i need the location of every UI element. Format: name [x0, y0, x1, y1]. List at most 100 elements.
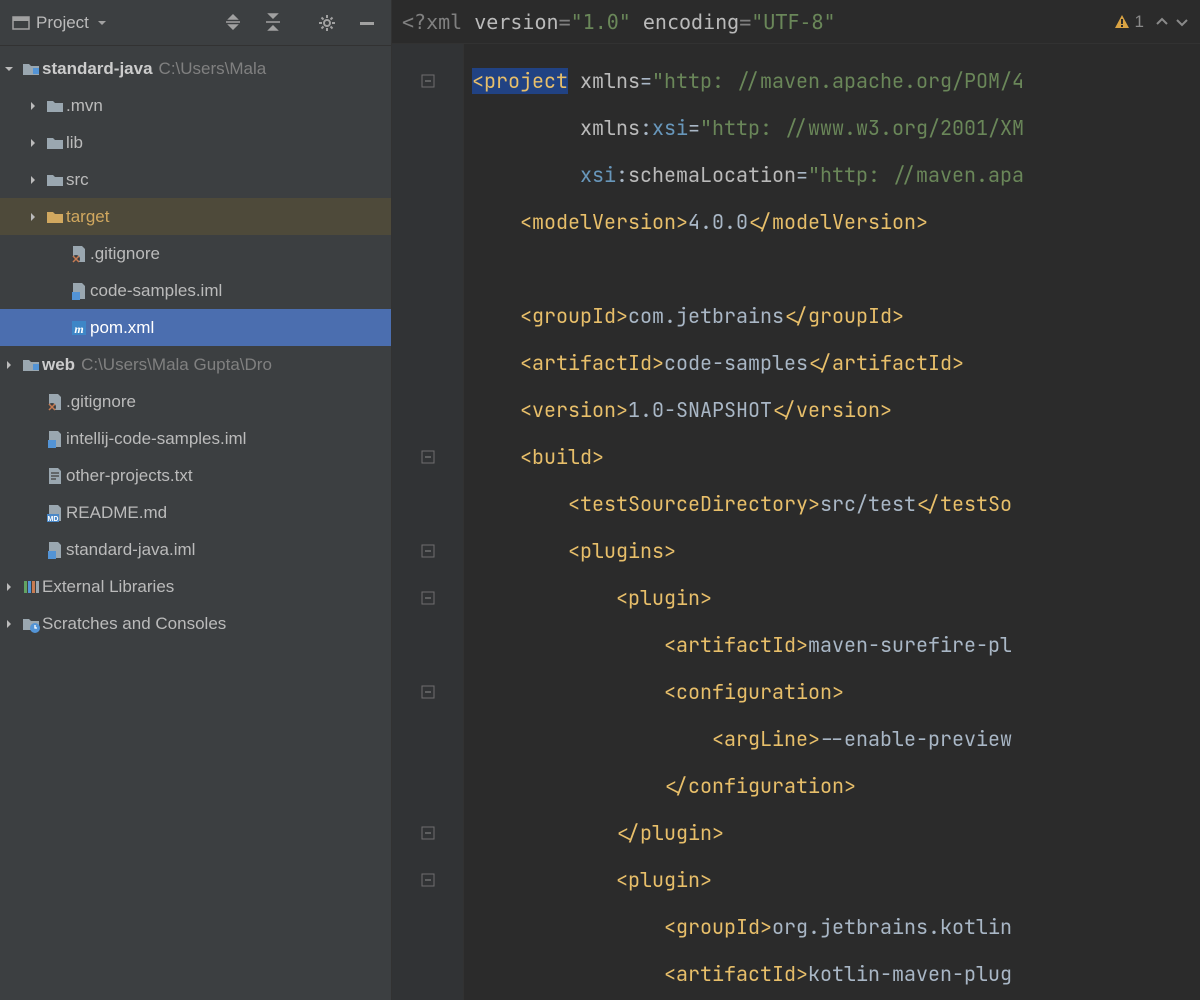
project-view-selector[interactable]: Project [6, 13, 115, 33]
tree-item-label: .mvn [66, 96, 103, 116]
chevron-icon[interactable] [2, 617, 20, 631]
xml-declaration: <?xml version="1.0" encoding="UTF-8" [402, 10, 836, 34]
file-iml-icon [44, 541, 66, 559]
module-icon [20, 356, 42, 374]
file-gi-icon [68, 245, 90, 263]
tree-item-other-projects-txt[interactable]: other-projects.txt [0, 457, 391, 494]
svg-text:MD: MD [48, 516, 59, 522]
file-maven-icon: m [68, 319, 90, 337]
code-line[interactable]: <build> [472, 434, 1200, 481]
tree-item-standard-java[interactable]: standard-java C:\Users\Mala [0, 50, 391, 87]
settings-gear-icon[interactable] [309, 5, 345, 41]
code-line[interactable]: <modelVersion>4.0.0</modelVersion> [472, 199, 1200, 246]
tree-item-target[interactable]: target [0, 198, 391, 235]
tree-item-path: C:\Users\Mala [159, 59, 267, 79]
file-md-icon: MD [44, 504, 66, 522]
file-gi-icon [44, 393, 66, 411]
fold-toggle-icon[interactable] [417, 587, 439, 609]
scratch-icon [20, 615, 42, 633]
code-line[interactable]: <artifactId>code-samples</artifactId> [472, 340, 1200, 387]
editor-header-line: <?xml version="1.0" encoding="UTF-8" 1 [392, 0, 1200, 44]
warning-icon[interactable] [1113, 13, 1131, 31]
nav-up-icon[interactable] [1154, 14, 1170, 30]
tree-item-scratches-and-consoles[interactable]: Scratches and Consoles [0, 605, 391, 642]
chevron-icon[interactable] [26, 136, 44, 150]
code-line[interactable]: <groupId>org.jetbrains.kotlin [472, 904, 1200, 951]
tree-item-label: .gitignore [66, 392, 136, 412]
code-line[interactable]: <artifactId>kotlin-maven-plug [472, 951, 1200, 998]
fold-toggle-icon[interactable] [417, 70, 439, 92]
expand-all-icon[interactable] [255, 5, 291, 41]
module-icon [20, 60, 42, 78]
chevron-icon[interactable] [26, 99, 44, 113]
nav-down-icon[interactable] [1174, 14, 1190, 30]
code-line[interactable]: <version>1.0-SNAPSHOT</version> [472, 387, 1200, 434]
folder-icon [44, 134, 66, 152]
folder-icon [44, 171, 66, 189]
fold-toggle-icon[interactable] [417, 540, 439, 562]
code-editor[interactable]: <project xmlns="http: //maven.apache.org… [464, 44, 1200, 1000]
tree-item-standard-java-iml[interactable]: standard-java.iml [0, 531, 391, 568]
fold-toggle-icon[interactable] [417, 446, 439, 468]
tree-item-pom-xml[interactable]: mpom.xml [0, 309, 391, 346]
hide-panel-icon[interactable] [349, 5, 385, 41]
sidebar-header: Project [0, 0, 391, 46]
file-iml-icon [44, 430, 66, 448]
tree-item-readme-md[interactable]: MD README.md [0, 494, 391, 531]
code-line[interactable]: <testSourceDirectory>src/test</testSo [472, 481, 1200, 528]
code-line[interactable]: <argLine>--enable-preview [472, 716, 1200, 763]
code-line[interactable]: <project xmlns="http: //maven.apache.org… [472, 58, 1200, 105]
code-line[interactable]: <artifactId>maven-surefire-pl [472, 622, 1200, 669]
tree-item-label: target [66, 207, 109, 227]
tree-item-src[interactable]: src [0, 161, 391, 198]
code-line[interactable]: <plugin> [472, 575, 1200, 622]
collapse-all-icon[interactable] [215, 5, 251, 41]
tree-item-external-libraries[interactable]: External Libraries [0, 568, 391, 605]
project-sidebar: Project standard-java C:\Users\Mala .mvn li… [0, 0, 392, 1000]
tree-item-label: Scratches and Consoles [42, 614, 226, 634]
tree-item--gitignore[interactable]: .gitignore [0, 235, 391, 272]
tree-item-label: src [66, 170, 89, 190]
code-line[interactable]: <groupId>com.jetbrains</groupId> [472, 293, 1200, 340]
project-tree[interactable]: standard-java C:\Users\Mala .mvn lib src targ… [0, 46, 391, 1000]
file-txt-icon [44, 467, 66, 485]
code-line[interactable]: <plugins> [472, 528, 1200, 575]
fold-toggle-icon[interactable] [417, 869, 439, 891]
tree-item-intellij-code-samples-iml[interactable]: intellij-code-samples.iml [0, 420, 391, 457]
tree-item-label: README.md [66, 503, 167, 523]
chevron-icon[interactable] [2, 62, 20, 76]
tree-item-code-samples-iml[interactable]: code-samples.iml [0, 272, 391, 309]
folder-icon [44, 97, 66, 115]
tree-item-label: intellij-code-samples.iml [66, 429, 246, 449]
file-iml-icon [68, 282, 90, 300]
chevron-icon[interactable] [2, 358, 20, 372]
tree-item-label: pom.xml [90, 318, 154, 338]
tree-item-path: C:\Users\Mala Gupta\Dro [81, 355, 272, 375]
tree-item-label: standard-java.iml [66, 540, 195, 560]
fold-toggle-icon[interactable] [417, 822, 439, 844]
code-line[interactable]: </plugin> [472, 810, 1200, 857]
code-line[interactable]: </configuration> [472, 763, 1200, 810]
tree-item-label: standard-java [42, 59, 153, 79]
chevron-icon[interactable] [2, 580, 20, 594]
tree-item--mvn[interactable]: .mvn [0, 87, 391, 124]
code-line[interactable] [472, 246, 1200, 293]
code-line[interactable]: xmlns:xsi="http: //www.w3.org/2001/XM [472, 105, 1200, 152]
editor-gutter[interactable] [392, 44, 464, 1000]
editor-pane: <?xml version="1.0" encoding="UTF-8" 1 <… [392, 0, 1200, 1000]
tree-item-web[interactable]: web C:\Users\Mala Gupta\Dro [0, 346, 391, 383]
code-line[interactable]: xsi:schemaLocation="http: //maven.apa [472, 152, 1200, 199]
tree-item-lib[interactable]: lib [0, 124, 391, 161]
lib-icon [20, 578, 42, 596]
tree-item-label: other-projects.txt [66, 466, 193, 486]
dropdown-arrow-icon [95, 16, 109, 30]
fold-toggle-icon[interactable] [417, 681, 439, 703]
code-line[interactable]: <plugin> [472, 857, 1200, 904]
tree-item-label: .gitignore [90, 244, 160, 264]
folder-o-icon [44, 208, 66, 226]
chevron-icon[interactable] [26, 173, 44, 187]
chevron-icon[interactable] [26, 210, 44, 224]
tree-item-label: web [42, 355, 75, 375]
tree-item--gitignore[interactable]: .gitignore [0, 383, 391, 420]
code-line[interactable]: <configuration> [472, 669, 1200, 716]
